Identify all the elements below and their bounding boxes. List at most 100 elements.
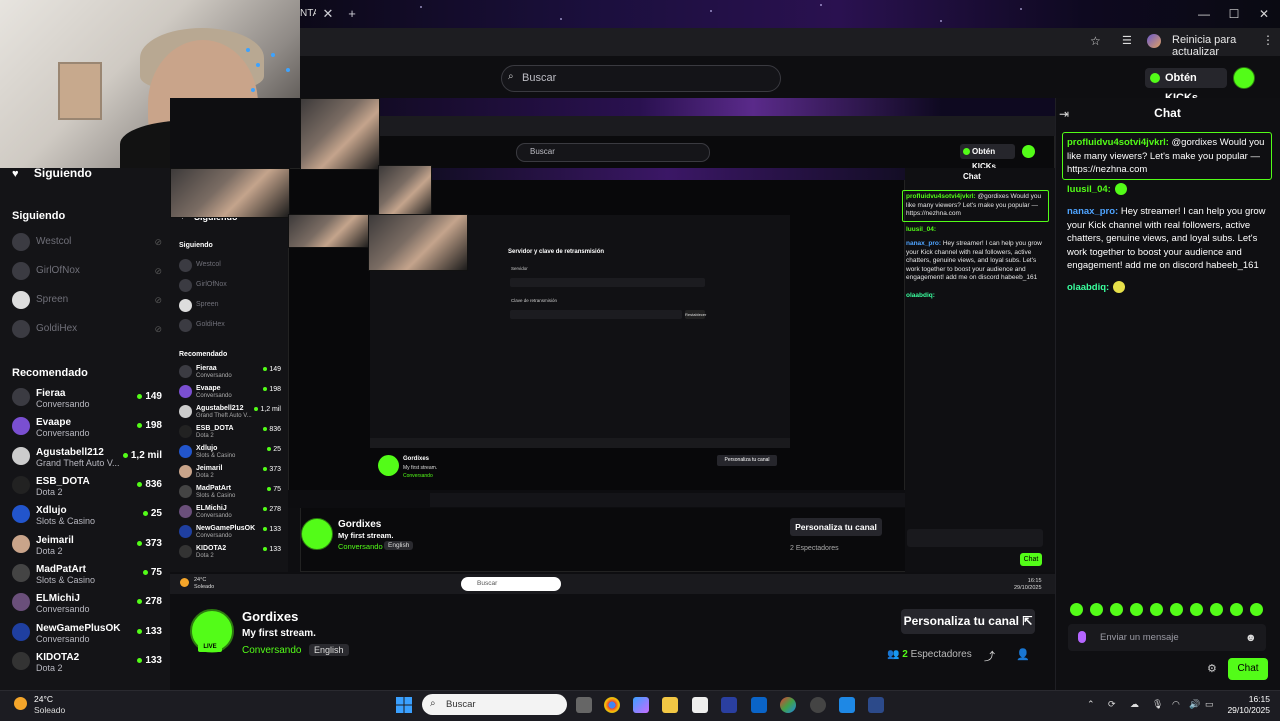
personalize-channel-button[interactable]: Personaliza tu canal ⇱ — [901, 609, 1035, 634]
sidebar-item-xdlujo[interactable]: Xdlujo Slots & Casino 25 — [12, 505, 162, 526]
channel-category: Slots & Casino — [196, 493, 236, 499]
chat-username[interactable]: profluidvu4sotvi4jvkrl: — [1067, 137, 1169, 148]
sidebar-item-westcol[interactable]: Westcol ⊘ — [12, 233, 162, 253]
language-tag[interactable]: English — [309, 644, 349, 656]
emote-icon[interactable] — [1170, 603, 1183, 616]
sidebar-item-elmichij[interactable]: ELMichiJ Conversando 278 — [12, 593, 162, 614]
sidebar-item-goldihex[interactable]: GoldiHex ⊘ — [12, 320, 162, 340]
nested-streamer-name: Gordixes — [338, 519, 382, 530]
emote-icon[interactable] — [1090, 603, 1103, 616]
live-badge: LIVE — [198, 643, 222, 652]
close-window-icon[interactable]: ✕ — [1254, 5, 1274, 23]
avatar — [12, 320, 30, 338]
nested-weather-icon — [180, 578, 189, 587]
browser-menu-icon[interactable]: ⋮ — [1262, 33, 1274, 47]
nested-chat-message: luusil_04: — [906, 226, 936, 233]
sidebar-item-esb-dota[interactable]: ESB_DOTA Dota 2 836 — [12, 476, 162, 497]
clock-date[interactable]: 29/10/2025 — [1218, 705, 1270, 715]
chat-username[interactable]: luusil_04: — [1067, 184, 1111, 195]
sidebar-item-fieraa[interactable]: Fieraa Conversando 149 — [12, 388, 162, 409]
chat-settings-gear-icon[interactable]: ⚙ — [1207, 662, 1217, 675]
reading-list-icon[interactable]: ☰ — [1122, 34, 1132, 47]
mirror-webcam-1 — [300, 98, 380, 170]
tray-app-icon[interactable]: ☁ — [1130, 699, 1139, 710]
tab-title[interactable]: NTA — [300, 8, 316, 19]
nested-user-avatar — [1022, 145, 1035, 158]
emoji-picker-icon[interactable]: ☻ — [1245, 632, 1257, 644]
nested-chat-send-button: Chat — [1020, 553, 1042, 566]
taskbar-search-input[interactable] — [422, 694, 567, 715]
bookmark-star-icon[interactable]: ☆ — [1090, 34, 1101, 48]
following-header[interactable]: ♥ Siguiendo — [12, 166, 92, 180]
battery-icon[interactable]: ▭ — [1205, 699, 1214, 710]
copilot-icon[interactable] — [633, 697, 649, 713]
sidebar-item-newgameplusok[interactable]: NewGamePlusOK Conversando 133 — [12, 623, 162, 644]
sidebar-item-kidota2[interactable]: KIDOTA2 Dota 2 133 — [12, 652, 162, 673]
weather-temperature[interactable]: 24°C — [34, 694, 53, 704]
avatar — [12, 291, 30, 309]
volume-icon[interactable]: 🔊 — [1189, 699, 1200, 710]
deep-taskbar — [370, 438, 790, 448]
nested-chat-message: nanax_pro: Hey streamer! I can help you … — [906, 240, 1042, 281]
weather-sun-icon[interactable] — [14, 697, 27, 710]
channel-category: Conversando — [36, 428, 90, 438]
channel-name: KIDOTA2 — [36, 652, 80, 663]
emote-icon[interactable] — [1210, 603, 1223, 616]
minimize-icon[interactable]: — — [1194, 5, 1214, 23]
nested-item-westcol: Westcol — [179, 259, 281, 275]
app-icon[interactable] — [721, 697, 737, 713]
channel-name: Agustabell212 — [36, 447, 104, 458]
outlook-icon[interactable] — [751, 697, 767, 713]
colorful-app-icon[interactable] — [780, 697, 796, 713]
tray-sync-icon[interactable]: ⟳ — [1108, 699, 1116, 710]
emote-icon[interactable] — [1250, 603, 1263, 616]
emote-icon[interactable] — [1150, 603, 1163, 616]
clock-time[interactable]: 16:15 — [1218, 694, 1270, 704]
weather-condition[interactable]: Soleado — [34, 705, 65, 715]
tray-mic-icon[interactable]: 🎙 — [1152, 699, 1163, 710]
obs-icon[interactable] — [810, 697, 826, 713]
calendar-app-icon[interactable] — [692, 697, 708, 713]
chat-send-button[interactable]: Chat — [1228, 658, 1268, 680]
security-shield-icon[interactable] — [868, 697, 884, 713]
sidebar-item-girlofnox[interactable]: GirlOfNox ⊘ — [12, 262, 162, 282]
close-tab-icon[interactable]: ✕ — [320, 6, 336, 22]
user-avatar[interactable] — [1233, 67, 1255, 89]
offline-icon: ⊘ — [154, 237, 162, 247]
emote-icon[interactable] — [1130, 603, 1143, 616]
windows-start-icon[interactable] — [396, 697, 412, 713]
task-view-icon[interactable] — [576, 697, 592, 713]
wifi-icon[interactable]: ◠ — [1172, 699, 1180, 710]
emote-icon[interactable] — [1070, 603, 1083, 616]
photos-app-icon[interactable] — [839, 697, 855, 713]
emote-icon[interactable] — [1190, 603, 1203, 616]
microphone-icon[interactable] — [1078, 631, 1086, 643]
emote-icon[interactable] — [1230, 603, 1243, 616]
avatar — [12, 262, 30, 280]
file-explorer-icon[interactable] — [662, 697, 678, 713]
chrome-icon[interactable] — [604, 697, 620, 713]
channel-name: Jeimaril — [196, 465, 223, 472]
sidebar-item-agustabell212[interactable]: Agustabell212 Grand Theft Auto V... 1,2 mi… — [12, 447, 162, 468]
emote-icon — [1113, 281, 1126, 294]
new-tab-icon[interactable]: + — [344, 6, 360, 22]
nested-chat-message: profluidvu4sotvi4jvkrl: @gordixes Would … — [906, 193, 1042, 217]
chat-username[interactable]: nanax_pro: — [1067, 206, 1118, 217]
deep-server-field — [510, 278, 705, 287]
profile-avatar[interactable] — [1147, 34, 1161, 48]
emote-icon[interactable] — [1110, 603, 1123, 616]
wall-poster — [58, 62, 102, 120]
stream-category[interactable]: Conversando — [242, 645, 301, 656]
follow-user-icon[interactable]: 👤 — [1016, 648, 1030, 661]
sidebar-item-madpatart[interactable]: MadPatArt Slots & Casino 75 — [12, 564, 162, 585]
sidebar-item-spreen[interactable]: Spreen ⊘ — [12, 291, 162, 311]
sidebar-item-jeimaril[interactable]: Jeimaril Dota 2 373 — [12, 535, 162, 556]
sidebar-item-evaape[interactable]: Evaape Conversando 198 — [12, 417, 162, 438]
tray-overflow-icon[interactable]: ⌃ — [1087, 699, 1095, 710]
maximize-icon[interactable]: ☐ — [1224, 5, 1244, 23]
emote-icon — [1114, 183, 1127, 196]
share-icon[interactable]: ⤴ — [984, 648, 995, 664]
personalize-label: Personaliza tu canal — [903, 614, 1019, 628]
streamer-name[interactable]: Gordixes — [242, 609, 298, 624]
chat-username[interactable]: olaabdiq: — [1067, 282, 1109, 293]
